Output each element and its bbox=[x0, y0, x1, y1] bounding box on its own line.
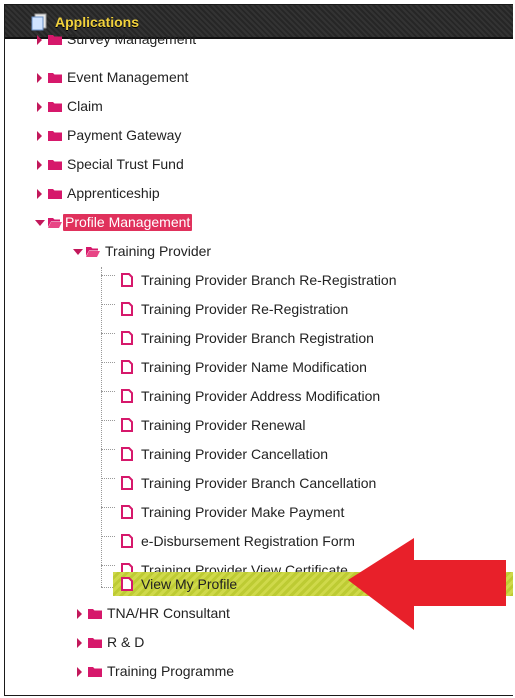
tree-item-label: e-Disbursement Registration Form bbox=[141, 533, 355, 549]
tree-leaf-cancellation[interactable]: Training Provider Cancellation bbox=[5, 442, 513, 468]
tree-item-label: Training Programme bbox=[107, 663, 235, 679]
tree-item-profile-management[interactable]: Profile Management bbox=[5, 210, 513, 236]
tree-item-survey-management[interactable]: Survey Management bbox=[5, 27, 513, 53]
tree-leaf-address-modification[interactable]: Training Provider Address Modification bbox=[5, 384, 513, 410]
folder-icon bbox=[88, 638, 102, 648]
tree-item-apprenticeship[interactable]: Apprenticeship bbox=[5, 181, 513, 207]
folder-icon bbox=[48, 189, 62, 199]
tree-item-label: Training Provider Branch Re-Registration bbox=[141, 272, 397, 288]
annotation-arrow-icon bbox=[348, 538, 506, 630]
expand-arrow-icon[interactable] bbox=[37, 102, 42, 112]
document-icon bbox=[121, 273, 133, 287]
tree-item-payment-gateway[interactable]: Payment Gateway bbox=[5, 123, 513, 149]
collapse-arrow-icon[interactable] bbox=[35, 220, 45, 226]
tree-item-training-programme[interactable]: Training Programme bbox=[5, 659, 513, 685]
folder-open-icon bbox=[86, 247, 100, 257]
tree-item-label: Profile Management bbox=[63, 214, 193, 231]
document-icon bbox=[121, 302, 133, 316]
tree-item-label: Apprenticeship bbox=[67, 185, 160, 201]
tree-item-label: Training Provider Branch Registration bbox=[141, 330, 374, 346]
expand-arrow-icon[interactable] bbox=[37, 73, 42, 83]
tree-item-r-and-d[interactable]: R & D bbox=[5, 630, 513, 656]
tree-item-claim[interactable]: Claim bbox=[5, 94, 513, 120]
document-icon bbox=[121, 360, 133, 374]
tree-item-label: Training Provider Re-Registration bbox=[141, 301, 349, 317]
tree-leaf-branch-registration[interactable]: Training Provider Branch Registration bbox=[5, 326, 513, 352]
tree-leaf-renewal[interactable]: Training Provider Renewal bbox=[5, 413, 513, 439]
expand-arrow-icon[interactable] bbox=[77, 638, 82, 648]
document-icon bbox=[121, 418, 133, 432]
tree-item-label: Training Provider Branch Cancellation bbox=[141, 475, 377, 491]
tree-item-label: Training Provider Address Modification bbox=[141, 388, 381, 404]
document-icon bbox=[121, 331, 133, 345]
document-icon bbox=[121, 534, 133, 548]
folder-icon bbox=[48, 160, 62, 170]
tree-item-label: Special Trust Fund bbox=[67, 156, 184, 172]
tree-item-label: Claim bbox=[67, 98, 103, 114]
expand-arrow-icon[interactable] bbox=[37, 35, 42, 45]
folder-icon bbox=[48, 102, 62, 112]
tree-item-label: Survey Management bbox=[67, 31, 197, 47]
tree-leaf-branch-re-registration[interactable]: Training Provider Branch Re-Registration bbox=[5, 268, 513, 294]
tree-leaf-branch-cancellation[interactable]: Training Provider Branch Cancellation bbox=[5, 471, 513, 497]
expand-arrow-icon[interactable] bbox=[37, 160, 42, 170]
tree-leaf-re-registration[interactable]: Training Provider Re-Registration bbox=[5, 297, 513, 323]
tree-item-label: Event Management bbox=[67, 69, 189, 85]
folder-icon bbox=[88, 609, 102, 619]
folder-icon bbox=[48, 131, 62, 141]
document-icon bbox=[121, 505, 133, 519]
tree-item-label: Training Provider bbox=[105, 243, 212, 259]
expand-arrow-icon[interactable] bbox=[77, 667, 82, 677]
tree-item-special-trust-fund[interactable]: Special Trust Fund bbox=[5, 152, 513, 178]
tree-item-label: Training Provider Name Modification bbox=[141, 359, 367, 375]
tree-item-label: Payment Gateway bbox=[67, 127, 182, 143]
tree-item-label: Training Provider Make Payment bbox=[141, 504, 345, 520]
folder-icon bbox=[88, 667, 102, 677]
document-icon bbox=[121, 476, 133, 490]
tree-item-label: View My Profile bbox=[141, 576, 238, 592]
tree-item-label: Training Provider Renewal bbox=[141, 417, 306, 433]
folder-icon bbox=[48, 73, 62, 83]
tree-leaf-make-payment[interactable]: Training Provider Make Payment bbox=[5, 500, 513, 526]
tree-item-training-provider[interactable]: Training Provider bbox=[5, 239, 513, 265]
tree-leaf-name-modification[interactable]: Training Provider Name Modification bbox=[5, 355, 513, 381]
tree-item-event-management[interactable]: Event Management bbox=[5, 65, 513, 91]
expand-arrow-icon[interactable] bbox=[37, 189, 42, 199]
document-icon bbox=[121, 447, 133, 461]
tree-item-label: Training Provider Cancellation bbox=[141, 446, 329, 462]
expand-arrow-icon[interactable] bbox=[77, 609, 82, 619]
folder-icon bbox=[48, 35, 62, 45]
tree-item-label: R & D bbox=[107, 634, 145, 650]
collapse-arrow-icon[interactable] bbox=[73, 249, 83, 255]
expand-arrow-icon[interactable] bbox=[37, 131, 42, 141]
folder-open-icon bbox=[48, 218, 62, 228]
document-icon bbox=[121, 577, 133, 591]
tree-item-label: TNA/HR Consultant bbox=[107, 605, 230, 621]
document-icon bbox=[121, 389, 133, 403]
